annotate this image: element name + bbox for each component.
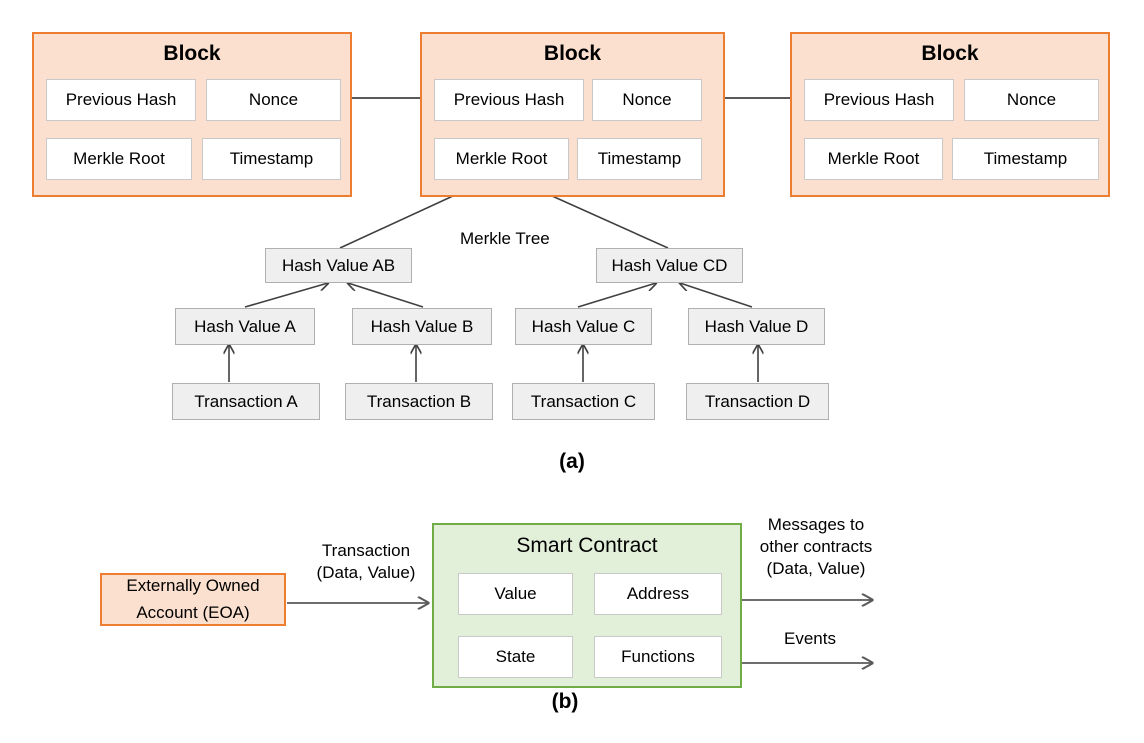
messages-label-line-1: Messages to [767,515,865,534]
merkle-tree-label: Merkle Tree [460,229,550,248]
block-3-field-merkle-root: Merkle Root [804,138,943,180]
block-2-field-previous-hash: Previous Hash [434,79,584,121]
externally-owned-account-box: Externally Owned Account (EOA) [100,573,286,626]
messages-label-line-3: (Data, Value) [766,559,866,579]
eoa-line-1: Externally Owned [126,576,260,596]
block-2-field-merkle-root: Merkle Root [434,138,569,180]
merkle-node-hash-a: Hash Value A [175,308,315,345]
merkle-node-hash-b: Hash Value B [352,308,492,345]
block-3: Block Previous Hash Nonce Merkle Root Ti… [790,32,1110,197]
contract-field-state: State [458,636,573,678]
block-3-field-timestamp: Timestamp [952,138,1099,180]
block-1: Block Previous Hash Nonce Merkle Root Ti… [32,32,352,197]
merkle-node-hash-c: Hash Value C [515,308,652,345]
merkle-node-hash-ab: Hash Value AB [265,248,412,283]
panel-b-caption: (b) [551,690,579,713]
block-3-title: Block [921,42,979,65]
contract-field-functions: Functions [594,636,722,678]
hash-cd-edges [577,283,753,308]
merkle-node-hash-d: Hash Value D [688,308,825,345]
merkle-node-hash-cd: Hash Value CD [596,248,743,283]
contract-field-value: Value [458,573,573,615]
block-1-field-previous-hash: Previous Hash [46,79,196,121]
block-2-title: Block [543,42,602,65]
block-1-field-nonce: Nonce [206,79,341,121]
merkle-transaction-a: Transaction A [172,383,320,420]
panel-a-caption: (a) [559,450,585,473]
block-2-field-nonce: Nonce [592,79,702,121]
transaction-label-line-1: Transaction [321,541,411,560]
block-3-field-nonce: Nonce [964,79,1099,121]
smart-contract-title: Smart Contract [516,534,658,557]
transaction-label: Transaction (Data, Value) [296,540,436,584]
events-label: Events [784,629,836,648]
merkle-transaction-d: Transaction D [686,383,829,420]
block-2: Block Previous Hash Nonce Merkle Root Ti… [420,32,725,197]
figure-canvas: Block Previous Hash Nonce Merkle Root Ti… [0,0,1144,743]
messages-label: Messages to other contracts (Data, Value… [735,514,897,580]
merkle-transaction-c: Transaction C [512,383,655,420]
smart-contract-box: Smart Contract Value Address State Funct… [432,523,742,688]
contract-field-address: Address [594,573,722,615]
messages-label-line-2: other contracts [759,537,873,557]
block-1-field-merkle-root: Merkle Root [46,138,192,180]
block-2-field-timestamp: Timestamp [577,138,702,180]
transaction-label-line-2: (Data, Value) [316,563,416,583]
hash-ab-edges [244,283,424,308]
merkle-transaction-b: Transaction B [345,383,493,420]
transaction-edges [229,345,758,382]
block-1-title: Block [163,42,221,65]
block-3-field-previous-hash: Previous Hash [804,79,954,121]
eoa-line-2: Account (EOA) [136,602,250,622]
block-1-field-timestamp: Timestamp [202,138,341,180]
